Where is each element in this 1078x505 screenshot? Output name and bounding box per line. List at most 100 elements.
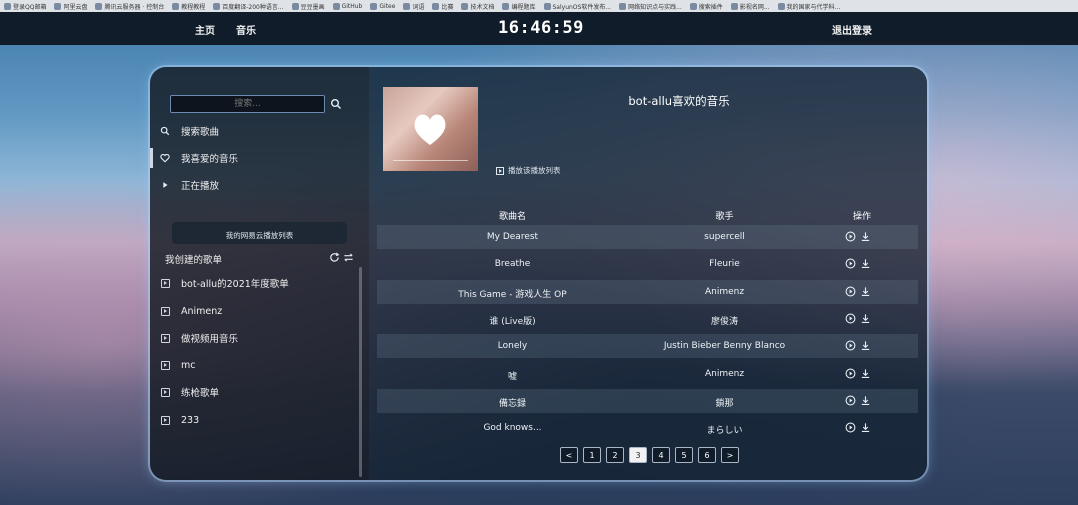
play-circle-icon[interactable] [845, 422, 856, 433]
song-actions [845, 340, 875, 351]
bookmark-item[interactable]: 百度翻译-200种语言... [213, 2, 284, 11]
download-icon[interactable] [860, 368, 871, 379]
prev-page-button[interactable]: < [560, 447, 578, 463]
play-circle-icon[interactable] [845, 258, 856, 269]
playlist-label: Animenz [181, 305, 223, 317]
page-button[interactable]: 4 [652, 447, 670, 463]
playlist-label: mc [181, 359, 196, 371]
song-artist: Animenz [704, 286, 745, 297]
bookmark-item[interactable]: Gitee [370, 2, 395, 10]
playlist-cover [383, 87, 478, 171]
play-circle-icon[interactable] [845, 395, 856, 406]
playlist-title: bot-allu喜欢的音乐 [628, 94, 730, 108]
column-title: 歌曲名 [498, 212, 526, 222]
play-circle-icon[interactable] [845, 313, 856, 324]
download-icon[interactable] [860, 313, 871, 324]
play-all-label: 播放该播放列表 [508, 166, 561, 175]
playlist-icon [161, 333, 170, 343]
song-artist: Justin Bieber Benny Blanco [663, 341, 786, 352]
sidebar-scrollbar[interactable] [359, 267, 362, 477]
column-ops: 操作 [852, 212, 871, 222]
play-icon [160, 180, 170, 190]
song-actions [845, 313, 875, 324]
download-icon[interactable] [860, 395, 871, 406]
bookmark-item[interactable]: 影视名网... [730, 2, 770, 11]
play-circle-icon[interactable] [845, 286, 856, 297]
download-icon[interactable] [860, 422, 871, 433]
song-row[interactable]: God knows... まらしい [377, 416, 918, 440]
bookmark-item[interactable]: 我的国家与代学科... [777, 2, 840, 11]
bookmark-item[interactable]: SalyunOS软件发布... [543, 2, 611, 11]
music-panel: 搜索歌曲 我喜爱的音乐 正在播放 我的网易云播放列表 我创建的歌单 bot-al… [150, 67, 927, 480]
download-icon[interactable] [860, 340, 871, 351]
song-row[interactable]: 備忘録 鎖那 [377, 388, 918, 413]
download-icon[interactable] [860, 231, 871, 242]
song-row[interactable]: 嘘 Animenz [377, 362, 918, 386]
bookmark-item[interactable]: 教程教程 [172, 2, 205, 11]
nav-music-link[interactable]: 音乐 [236, 22, 256, 37]
download-icon[interactable] [860, 286, 871, 297]
play-circle-icon[interactable] [845, 231, 856, 242]
bookmark-item[interactable]: 豆豆墨画 [291, 2, 325, 11]
page-button[interactable]: 6 [698, 447, 716, 463]
song-artist: 廖俊涛 [710, 316, 738, 327]
playlist-icon [161, 360, 170, 370]
playlist-label: 233 [181, 414, 200, 426]
page-button[interactable]: 1 [583, 447, 601, 463]
menu-now-playing[interactable]: 正在播放 [160, 176, 360, 194]
bookmark-item[interactable]: 技术文档 [461, 2, 494, 11]
sidebar: 搜索歌曲 我喜爱的音乐 正在播放 我的网易云播放列表 我创建的歌单 bot-al… [150, 67, 369, 480]
download-icon[interactable] [860, 258, 871, 269]
bookmark-item[interactable]: 编程题库 [502, 2, 536, 11]
song-row[interactable]: 谁 (Live版) 廖俊涛 [377, 307, 918, 331]
song-title: Lonely [497, 341, 528, 352]
next-page-button[interactable]: > [721, 447, 739, 463]
bookmark-item[interactable]: 搜索插件 [689, 2, 723, 11]
song-row[interactable]: Breathe Fleurie [377, 252, 918, 276]
song-row[interactable]: This Game - 游戏人生 OP Animenz [377, 279, 918, 304]
refresh-icon[interactable] [329, 252, 340, 263]
song-actions [845, 286, 875, 297]
menu-search-songs[interactable]: 搜索歌曲 [160, 122, 360, 140]
nav-home-link[interactable]: 主页 [195, 22, 215, 37]
playlist-item[interactable]: 做视频用音乐 [161, 330, 356, 346]
play-all-button[interactable]: 播放该播放列表 [496, 165, 561, 176]
playlist-item[interactable]: 233 [161, 412, 356, 428]
bookmark-item[interactable]: 词语 [403, 2, 424, 11]
clock: 16:46:59 [498, 18, 584, 38]
search-input[interactable] [170, 95, 325, 113]
menu-favorite-music[interactable]: 我喜爱的音乐 [160, 149, 360, 167]
page-button[interactable]: 5 [675, 447, 693, 463]
bookmark-item[interactable]: 阿里云盘 [54, 2, 87, 11]
playlist-icon [161, 415, 170, 425]
song-row[interactable]: Lonely Justin Bieber Benny Blanco [377, 334, 918, 359]
bookmark-item[interactable]: 比赛 [432, 2, 453, 11]
bookmark-item[interactable]: 腾讯云服务器 · 控制台 [95, 2, 164, 11]
song-title: Breathe [494, 259, 531, 270]
page-button-current[interactable]: 3 [629, 447, 647, 463]
swap-icon[interactable] [343, 252, 354, 263]
bookmark-item[interactable]: 登录QQ邮箱 [4, 2, 46, 11]
netease-playlist-button[interactable]: 我的网易云播放列表 [172, 222, 347, 244]
bookmark-item[interactable]: 网络知识点与实践... [619, 2, 682, 11]
song-title: God knows... [483, 423, 542, 434]
bookmark-item[interactable]: GitHub [332, 2, 362, 10]
page-button[interactable]: 2 [606, 447, 624, 463]
song-actions [845, 258, 875, 269]
playlist-item[interactable]: mc [161, 357, 356, 373]
song-actions [845, 368, 875, 379]
playlist-item[interactable]: bot-allu的2021年度歌单 [161, 275, 356, 291]
playlist-item[interactable]: 练枪歌单 [161, 384, 356, 400]
playlist-label: bot-allu的2021年度歌单 [181, 279, 289, 290]
song-artist: Fleurie [709, 259, 740, 270]
play-circle-icon[interactable] [845, 368, 856, 379]
play-circle-icon[interactable] [845, 340, 856, 351]
cover-decoration [393, 147, 468, 161]
playlist-item[interactable]: Animenz [161, 303, 356, 319]
logout-link[interactable]: 退出登录 [832, 22, 872, 37]
song-title: 嘘 [507, 371, 517, 382]
song-row[interactable]: My Dearest supercell [377, 225, 918, 249]
table-header: 歌曲名 歌手 操作 [377, 205, 918, 223]
search-icon [160, 126, 170, 136]
search-icon[interactable] [330, 98, 342, 110]
